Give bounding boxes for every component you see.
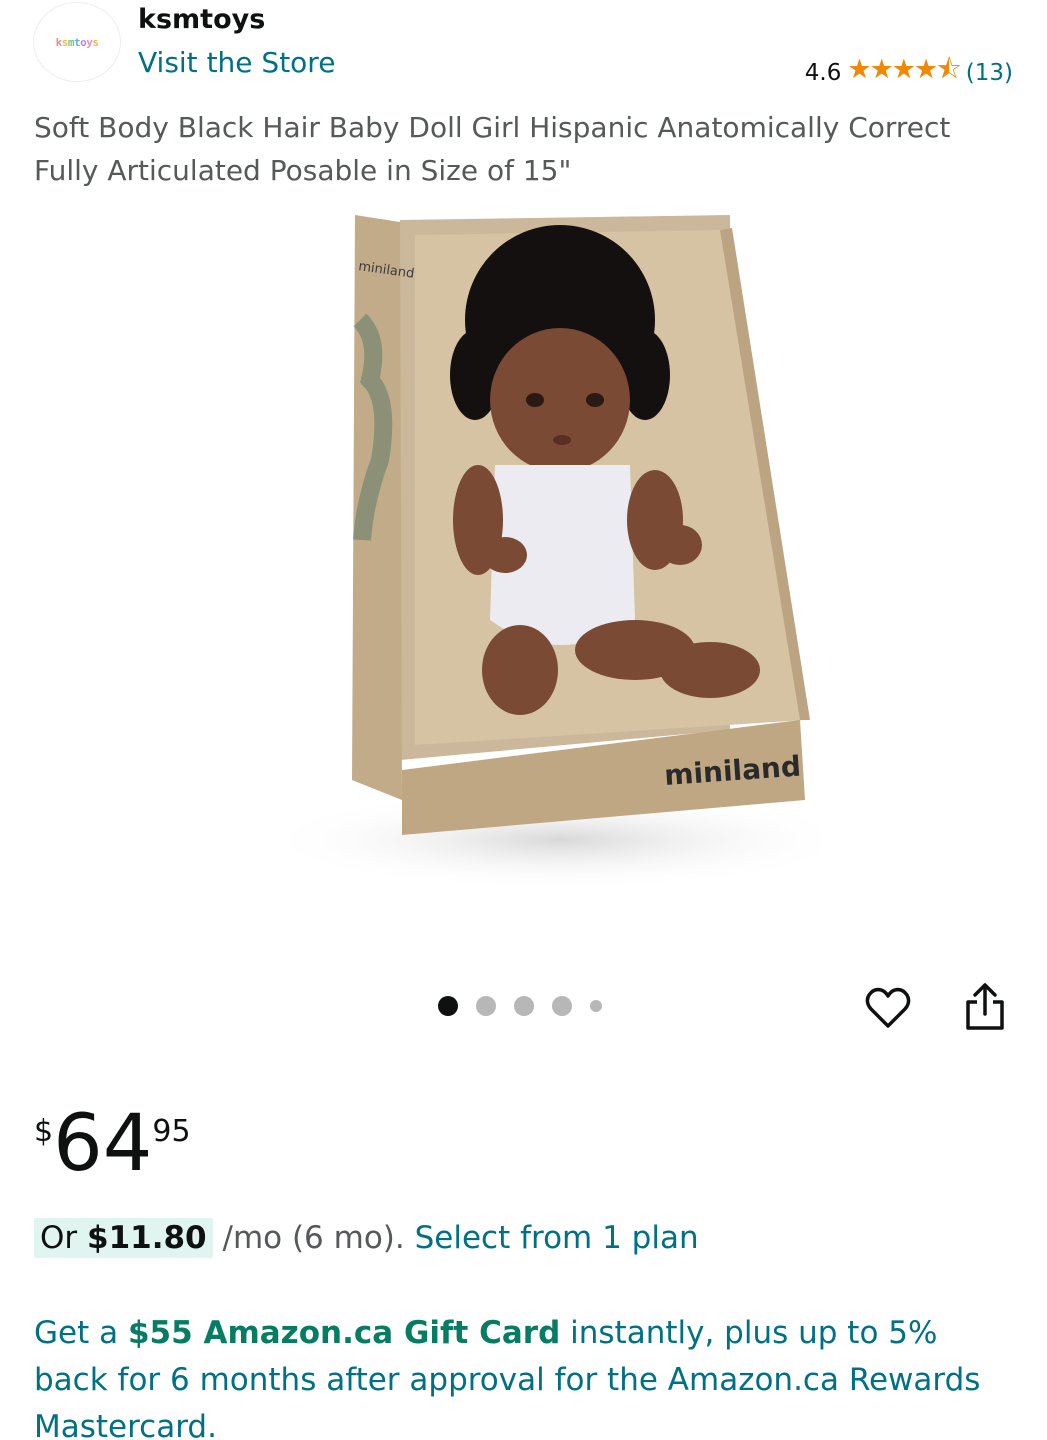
select-plan-link[interactable]: Select from 1 plan bbox=[415, 1220, 699, 1256]
product-image[interactable]: miniland miniland bbox=[240, 200, 820, 900]
promo-highlight: $55 Amazon.ca Gift Card bbox=[127, 1315, 561, 1351]
price: $ 64 95 bbox=[34, 1104, 191, 1184]
rating-count[interactable]: (13) bbox=[966, 60, 1013, 86]
installment-prefix: Or bbox=[40, 1220, 87, 1256]
heart-outline-icon[interactable] bbox=[862, 982, 914, 1034]
image-carousel-dots[interactable] bbox=[438, 996, 602, 1016]
price-fraction: 95 bbox=[152, 1114, 191, 1149]
installment-suffix: /mo (6 mo). bbox=[212, 1220, 415, 1256]
rating-value: 4.6 bbox=[804, 60, 842, 86]
price-whole: 64 bbox=[53, 1099, 153, 1189]
store-name[interactable]: ksmtoys bbox=[138, 4, 265, 35]
share-icon[interactable] bbox=[962, 982, 1008, 1034]
rating-summary[interactable]: 4.6 ★★★★⯪ (13) bbox=[805, 50, 1013, 96]
carousel-dot-4[interactable] bbox=[552, 996, 572, 1016]
gift-card-promo[interactable]: Get a $55 Amazon.ca Gift Card instantly,… bbox=[34, 1310, 1014, 1440]
installment-amount: $11.80 bbox=[87, 1220, 207, 1256]
carousel-dot-1[interactable] bbox=[438, 996, 458, 1016]
installment-offer: Or $11.80 /mo (6 mo). Select from 1 plan bbox=[34, 1218, 699, 1258]
store-logo[interactable]: ksmtoys bbox=[33, 2, 121, 82]
price-currency-symbol: $ bbox=[34, 1114, 54, 1149]
product-title: Soft Body Black Hair Baby Doll Girl Hisp… bbox=[34, 111, 951, 187]
product-page: ksmtoys ksmtoys Visit the Store 4.6 ★★★★… bbox=[0, 0, 1047, 1440]
carousel-dot-2[interactable] bbox=[476, 996, 496, 1016]
visit-store-link[interactable]: Visit the Store bbox=[138, 46, 335, 79]
installment-amount-pill: Or $11.80 bbox=[34, 1218, 213, 1258]
carousel-dot-5[interactable] bbox=[590, 1000, 602, 1012]
star-rating-icon: ★★★★⯪ bbox=[847, 54, 961, 85]
carousel-dot-3[interactable] bbox=[514, 996, 534, 1016]
promo-text-1: Get a bbox=[34, 1315, 128, 1351]
